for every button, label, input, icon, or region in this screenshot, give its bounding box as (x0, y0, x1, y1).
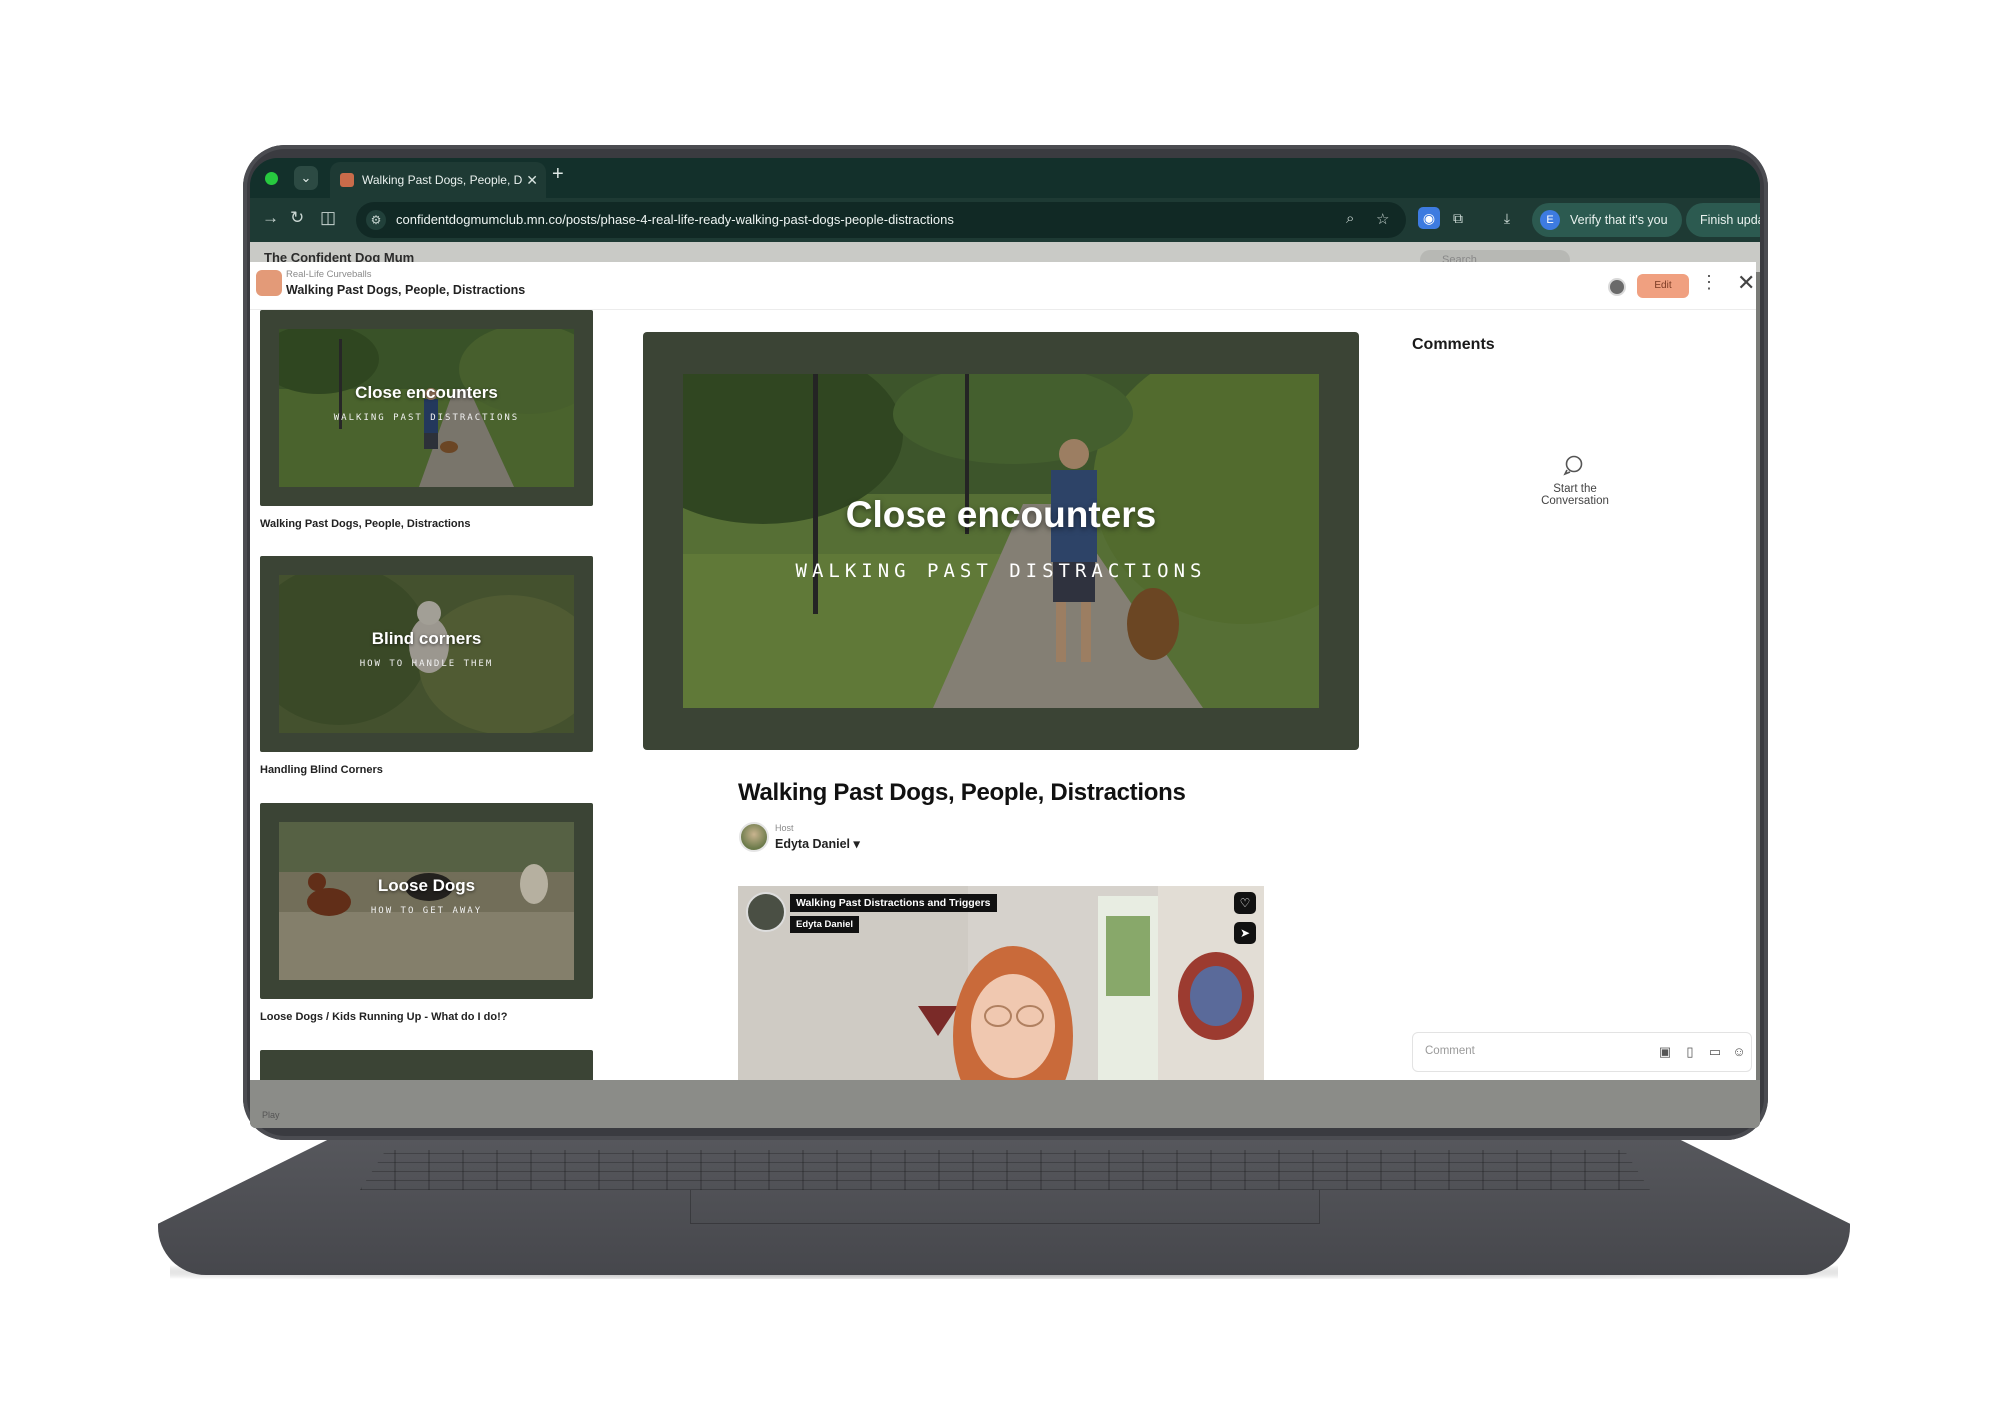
reading-mode-icon[interactable]: ◫ (320, 208, 336, 228)
lesson-card[interactable] (260, 1050, 593, 1080)
play-label: Play (262, 1110, 280, 1120)
breadcrumb[interactable]: Real-Life Curveballs (286, 269, 372, 280)
reload-icon[interactable]: ↻ (290, 208, 304, 228)
lesson-overlay-subtitle: HOW TO HANDLE THEM (359, 659, 494, 669)
tab-bar: ⌄ Walking Past Dogs, People, D ✕ + (250, 158, 1760, 198)
lesson-caption[interactable]: Loose Dogs / Kids Running Up - What do I… (260, 1011, 593, 1023)
extension-icon[interactable]: ◉ (1418, 207, 1440, 229)
lesson-thumbnail[interactable] (260, 1050, 593, 1080)
host-avatar[interactable] (739, 822, 769, 852)
comment-placeholder: Comment (1425, 1045, 1475, 1057)
more-options-icon[interactable]: ⋮ (1700, 272, 1718, 293)
lesson-caption[interactable]: Handling Blind Corners (260, 764, 593, 776)
window-maximize-button[interactable] (265, 172, 278, 185)
hero-title: Close encounters (845, 494, 1157, 535)
video-title-tag: Walking Past Distractions and Triggers (790, 894, 997, 912)
post-modal: Real-Life Curveballs Walking Past Dogs, … (250, 262, 1756, 1080)
url-text[interactable]: confidentdogmumclub.mn.co/posts/phase-4-… (396, 202, 954, 238)
channel-logo (746, 892, 786, 932)
download-icon[interactable]: ⤓ (1496, 207, 1518, 229)
browser-toolbar: → ↻ ◫ ⚙ confidentdogmumclub.mn.co/posts/… (250, 198, 1760, 242)
host-name[interactable]: Edyta Daniel ▾ (775, 836, 860, 851)
browser-tab-active[interactable]: Walking Past Dogs, People, D ✕ (330, 162, 546, 198)
tab-title: Walking Past Dogs, People, D (362, 173, 523, 187)
heart-icon[interactable]: ♡ (1234, 892, 1256, 914)
tab-search-button[interactable]: ⌄ (294, 166, 318, 190)
web-page: The Confident Dog Mum Search Real-Life C… (250, 242, 1760, 1128)
lesson-card[interactable]: Loose Dogs HOW TO GET AWAY Loose Dogs / … (260, 803, 593, 1023)
keyboard (360, 1150, 1650, 1190)
chevron-down-icon: ⌄ (300, 170, 312, 185)
hero-image: Close encounters WALKING PAST DISTRACTIO… (643, 332, 1359, 750)
image-upload-icon[interactable]: ▣ (1657, 1044, 1673, 1060)
profile-avatar-icon: E (1540, 210, 1560, 230)
user-avatar[interactable] (1608, 278, 1626, 296)
address-bar[interactable]: ⚙ confidentdogmumclub.mn.co/posts/phase-… (356, 202, 1406, 238)
comments-heading: Comments (1412, 336, 1495, 353)
extensions-puzzle-icon[interactable]: ⧉ (1447, 207, 1469, 229)
host-label: Host (775, 823, 794, 833)
tab-close-icon[interactable]: ✕ (526, 162, 538, 198)
modal-header: Real-Life Curveballs Walking Past Dogs, … (250, 262, 1756, 310)
screen: ⌄ Walking Past Dogs, People, D ✕ + → ↻ ◫… (250, 158, 1760, 1128)
video-author-tag: Edyta Daniel (790, 916, 860, 933)
post-title: Walking Past Dogs, People, Distractions (738, 779, 1186, 806)
comment-input[interactable]: Comment ▣ ▯ ▭ ☺ (1412, 1032, 1752, 1072)
lesson-overlay-subtitle: WALKING PAST DISTRACTIONS (333, 413, 520, 423)
modal-title: Walking Past Dogs, People, Distractions (286, 283, 526, 297)
hero-subtitle: WALKING PAST DISTRACTIONS (795, 560, 1207, 582)
lesson-overlay-title: Blind corners (371, 629, 482, 648)
page-footer-overlay (250, 1080, 1760, 1128)
close-modal-icon[interactable]: ✕ (1737, 270, 1755, 296)
space-icon (256, 270, 282, 296)
hero-photo: Close encounters WALKING PAST DISTRACTIO… (683, 374, 1319, 708)
lesson-thumbnail[interactable]: Blind corners HOW TO HANDLE THEM (260, 556, 593, 752)
conversation-icon (1563, 455, 1583, 476)
site-settings-icon[interactable]: ⚙ (366, 210, 386, 230)
lesson-photo: Close encounters WALKING PAST DISTRACTIO… (279, 329, 574, 487)
site-favicon-icon (340, 173, 354, 187)
new-tab-button[interactable]: + (552, 163, 564, 186)
gif-icon[interactable]: ▭ (1707, 1044, 1723, 1060)
verify-identity-button[interactable]: E Verify that it's you (1532, 203, 1682, 237)
file-attach-icon[interactable]: ▯ (1682, 1044, 1698, 1060)
lesson-card[interactable]: Close encounters WALKING PAST DISTRACTIO… (260, 310, 593, 530)
finish-update-button[interactable]: Finish updat (1686, 203, 1760, 237)
share-icon[interactable]: ➤ (1234, 922, 1256, 944)
lesson-photo: Blind corners HOW TO HANDLE THEM (279, 575, 574, 733)
trackpad (690, 1190, 1320, 1224)
start-conversation-label: Start the Conversation (1541, 483, 1609, 507)
verify-label: Verify that it's you (1570, 213, 1668, 227)
lesson-overlay-title: Loose Dogs (377, 876, 476, 895)
lessons-list: Close encounters WALKING PAST DISTRACTIO… (250, 310, 630, 1080)
update-label: Finish updat (1700, 213, 1760, 227)
lesson-thumbnail[interactable]: Close encounters WALKING PAST DISTRACTIO… (260, 310, 593, 506)
lesson-caption[interactable]: Walking Past Dogs, People, Distractions (260, 518, 593, 530)
emoji-icon[interactable]: ☺ (1731, 1044, 1747, 1060)
lesson-photo: Loose Dogs HOW TO GET AWAY (279, 822, 574, 980)
lesson-thumbnail[interactable]: Loose Dogs HOW TO GET AWAY (260, 803, 593, 999)
video-player[interactable]: Walking Past Distractions and Triggers E… (738, 886, 1264, 1080)
lesson-card[interactable]: Blind corners HOW TO HANDLE THEM Handlin… (260, 556, 593, 776)
lesson-overlay-subtitle: HOW TO GET AWAY (370, 906, 483, 916)
zoom-icon[interactable]: ⌕ (1346, 210, 1354, 227)
forward-icon[interactable]: → (262, 208, 279, 228)
edit-button[interactable]: Edit (1637, 274, 1689, 298)
lesson-overlay-title: Close encounters (355, 383, 498, 402)
bookmark-star-icon[interactable]: ☆ (1376, 210, 1389, 228)
